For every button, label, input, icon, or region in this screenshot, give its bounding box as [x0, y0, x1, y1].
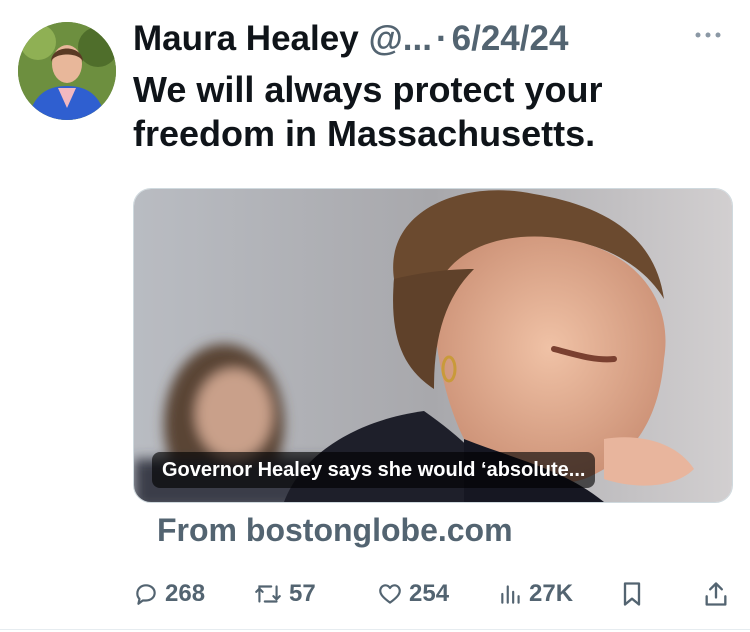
repost-button[interactable]: 57 — [253, 576, 316, 612]
views-count: 27K — [529, 580, 574, 607]
views-icon — [501, 585, 520, 604]
reply-button[interactable]: 268 — [133, 576, 205, 612]
more-button[interactable] — [688, 20, 728, 50]
share-icon — [705, 582, 727, 606]
action-bar: 268 57 254 27K — [133, 576, 733, 612]
author-handle[interactable]: @... — [369, 19, 432, 59]
like-icon — [379, 584, 401, 604]
repost-icon — [255, 585, 281, 603]
article-caption: Governor Healey says she would ‘absolute… — [152, 452, 596, 488]
link-card[interactable]: Governor Healey says she would ‘absolute… — [133, 188, 733, 503]
avatar[interactable] — [18, 22, 116, 120]
link-source[interactable]: From bostonglobe.com — [157, 512, 513, 549]
tweet-text: We will always protect your freedom in M… — [133, 69, 603, 154]
bookmark-button[interactable] — [620, 576, 650, 612]
views-button[interactable]: 27K — [499, 576, 573, 612]
reply-icon — [136, 584, 156, 605]
share-button[interactable] — [703, 576, 735, 612]
separator-dot: · — [435, 19, 448, 58]
tweet-date[interactable]: 6/24/24 — [452, 19, 569, 59]
more-icon — [695, 32, 721, 38]
repost-count: 57 — [289, 580, 316, 607]
divider — [0, 629, 750, 630]
reply-count: 268 — [165, 580, 206, 607]
like-button[interactable]: 254 — [377, 576, 449, 612]
author-name[interactable]: Maura Healey — [133, 19, 359, 59]
tweet-header: Maura Healey @... · 6/24/24 — [133, 17, 732, 61]
like-count: 254 — [409, 580, 450, 607]
bookmark-icon — [623, 582, 641, 606]
